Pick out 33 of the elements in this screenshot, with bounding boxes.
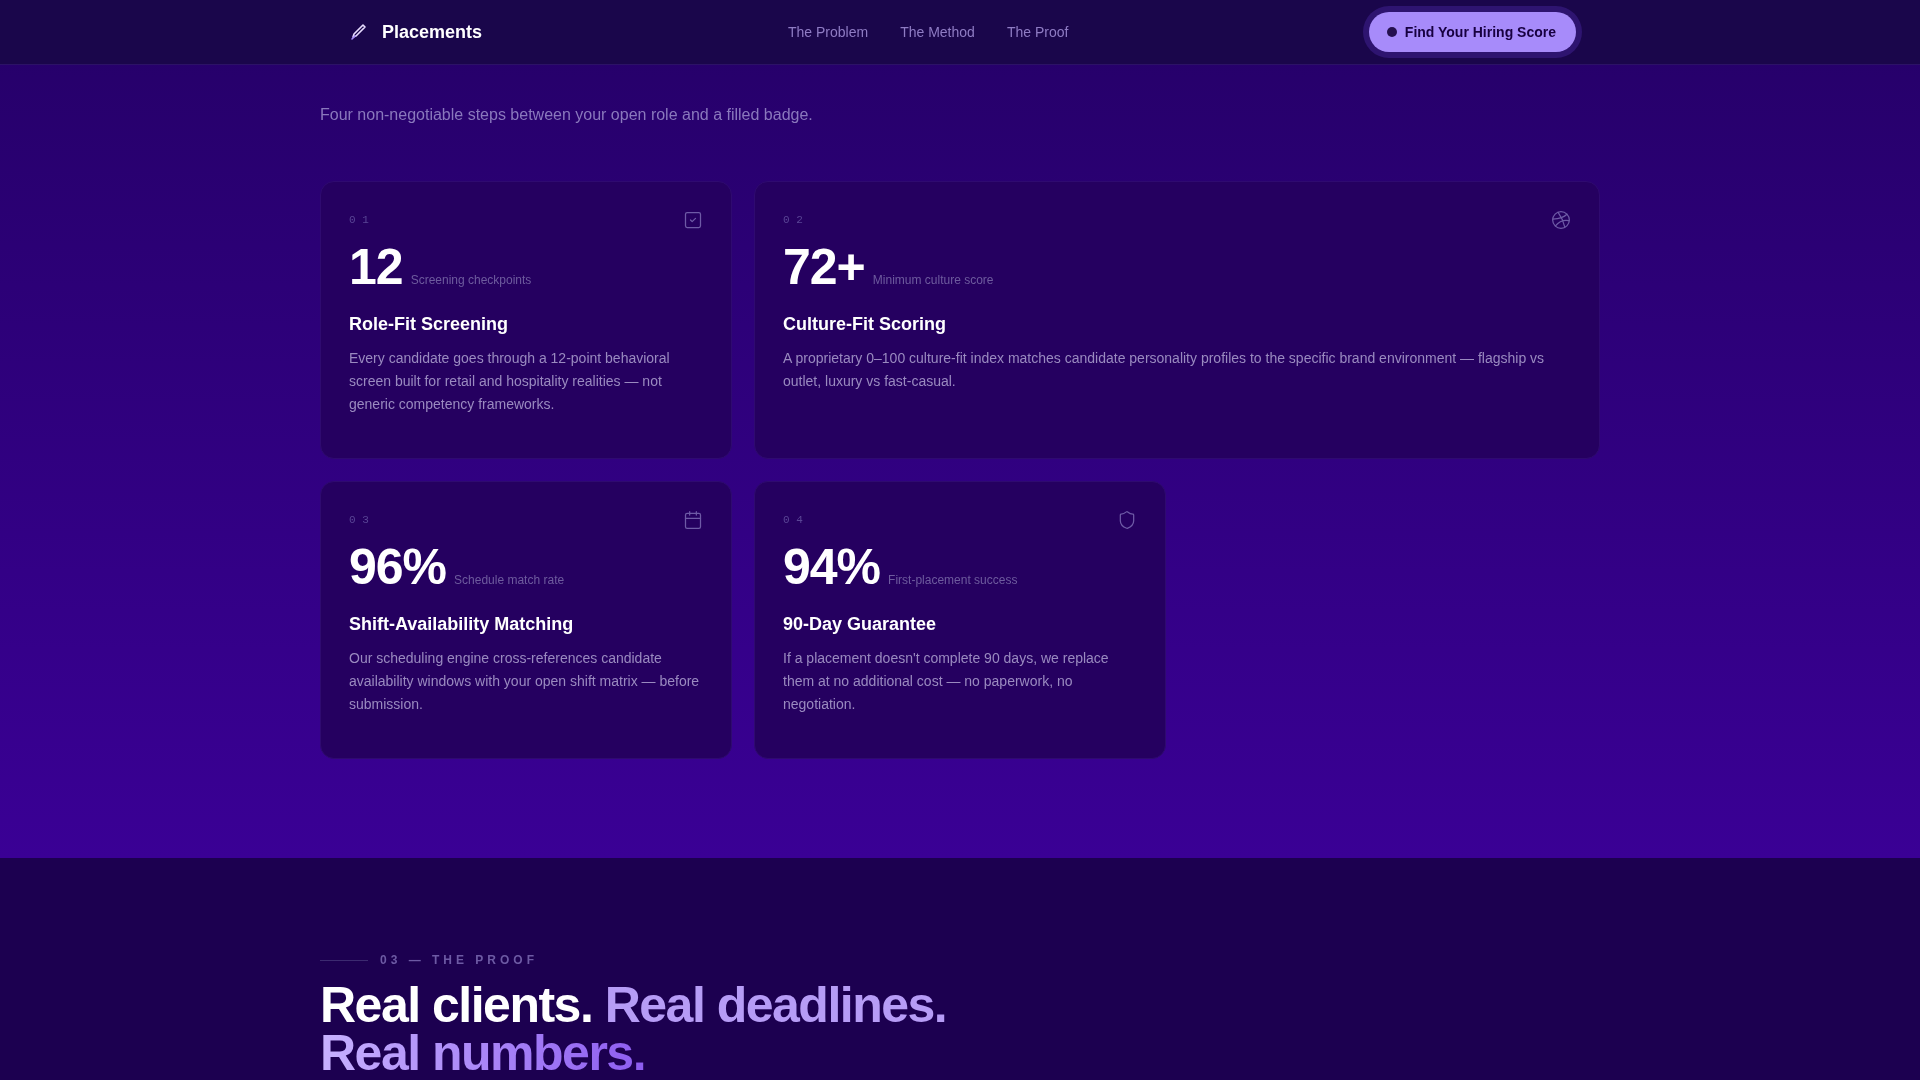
- pen-icon: [348, 22, 368, 42]
- section-subtitle: Four non-negotiable steps between your open role and a filled badge.: [320, 106, 814, 124]
- proof-headline: Real clients. Real deadlines. Real numbers.: [320, 981, 948, 1077]
- card-title: Culture-Fit Scoring: [783, 314, 947, 335]
- shield-icon: [1117, 510, 1137, 530]
- card-title: Shift-Availability Matching: [349, 614, 575, 635]
- stat-value: 94%: [783, 538, 881, 596]
- card-title: 90-Day Guarantee: [783, 614, 938, 635]
- calendar-icon: [683, 510, 703, 530]
- step-number: 0 4: [783, 514, 803, 526]
- stat-caption: Schedule match rate: [454, 573, 565, 587]
- checkbox-icon: [683, 210, 703, 230]
- stat-caption: Minimum culture score: [872, 273, 994, 287]
- card-description: If a placement doesn't complete 90 days, we replace them at no additional cost — no paperwork, no negotiation.: [783, 649, 1110, 714]
- step-number: 0 2: [783, 214, 803, 226]
- card-title: Role-Fit Screening: [349, 314, 510, 335]
- stat-caption: Screening checkpoints: [410, 273, 532, 287]
- nav-link[interactable]: The Method: [900, 24, 975, 40]
- stat-value: 96%: [349, 538, 447, 596]
- card-description: Our scheduling engine cross-references candidate availability windows with your open shift matrix — before submission.: [349, 649, 701, 714]
- stat-caption: First-placement success: [888, 573, 1018, 587]
- section-eyebrow: 03 — THE PROOF: [380, 953, 539, 967]
- nav-link[interactable]: The Proof: [1006, 24, 1069, 40]
- stat-value: 72+: [783, 238, 865, 296]
- card-description: Every candidate goes through a 12-point behavioral screen built for retail and hospitality realities — not generic competency frameworks.: [349, 349, 671, 414]
- dot-icon: [1386, 27, 1397, 37]
- card-description: A proprietary 0–100 culture-fit index matches candidate personality profiles to the specific brand environment — flagship vs outlet, luxury vs fast-casual.: [783, 349, 1546, 391]
- nav-link[interactable]: The Problem: [788, 24, 869, 40]
- step-number: 0 1: [349, 214, 369, 226]
- ball-icon: [1551, 210, 1571, 230]
- stat-value: 12: [349, 238, 403, 296]
- step-number: 0 3: [349, 514, 369, 526]
- brand-name: Placements: [382, 21, 483, 43]
